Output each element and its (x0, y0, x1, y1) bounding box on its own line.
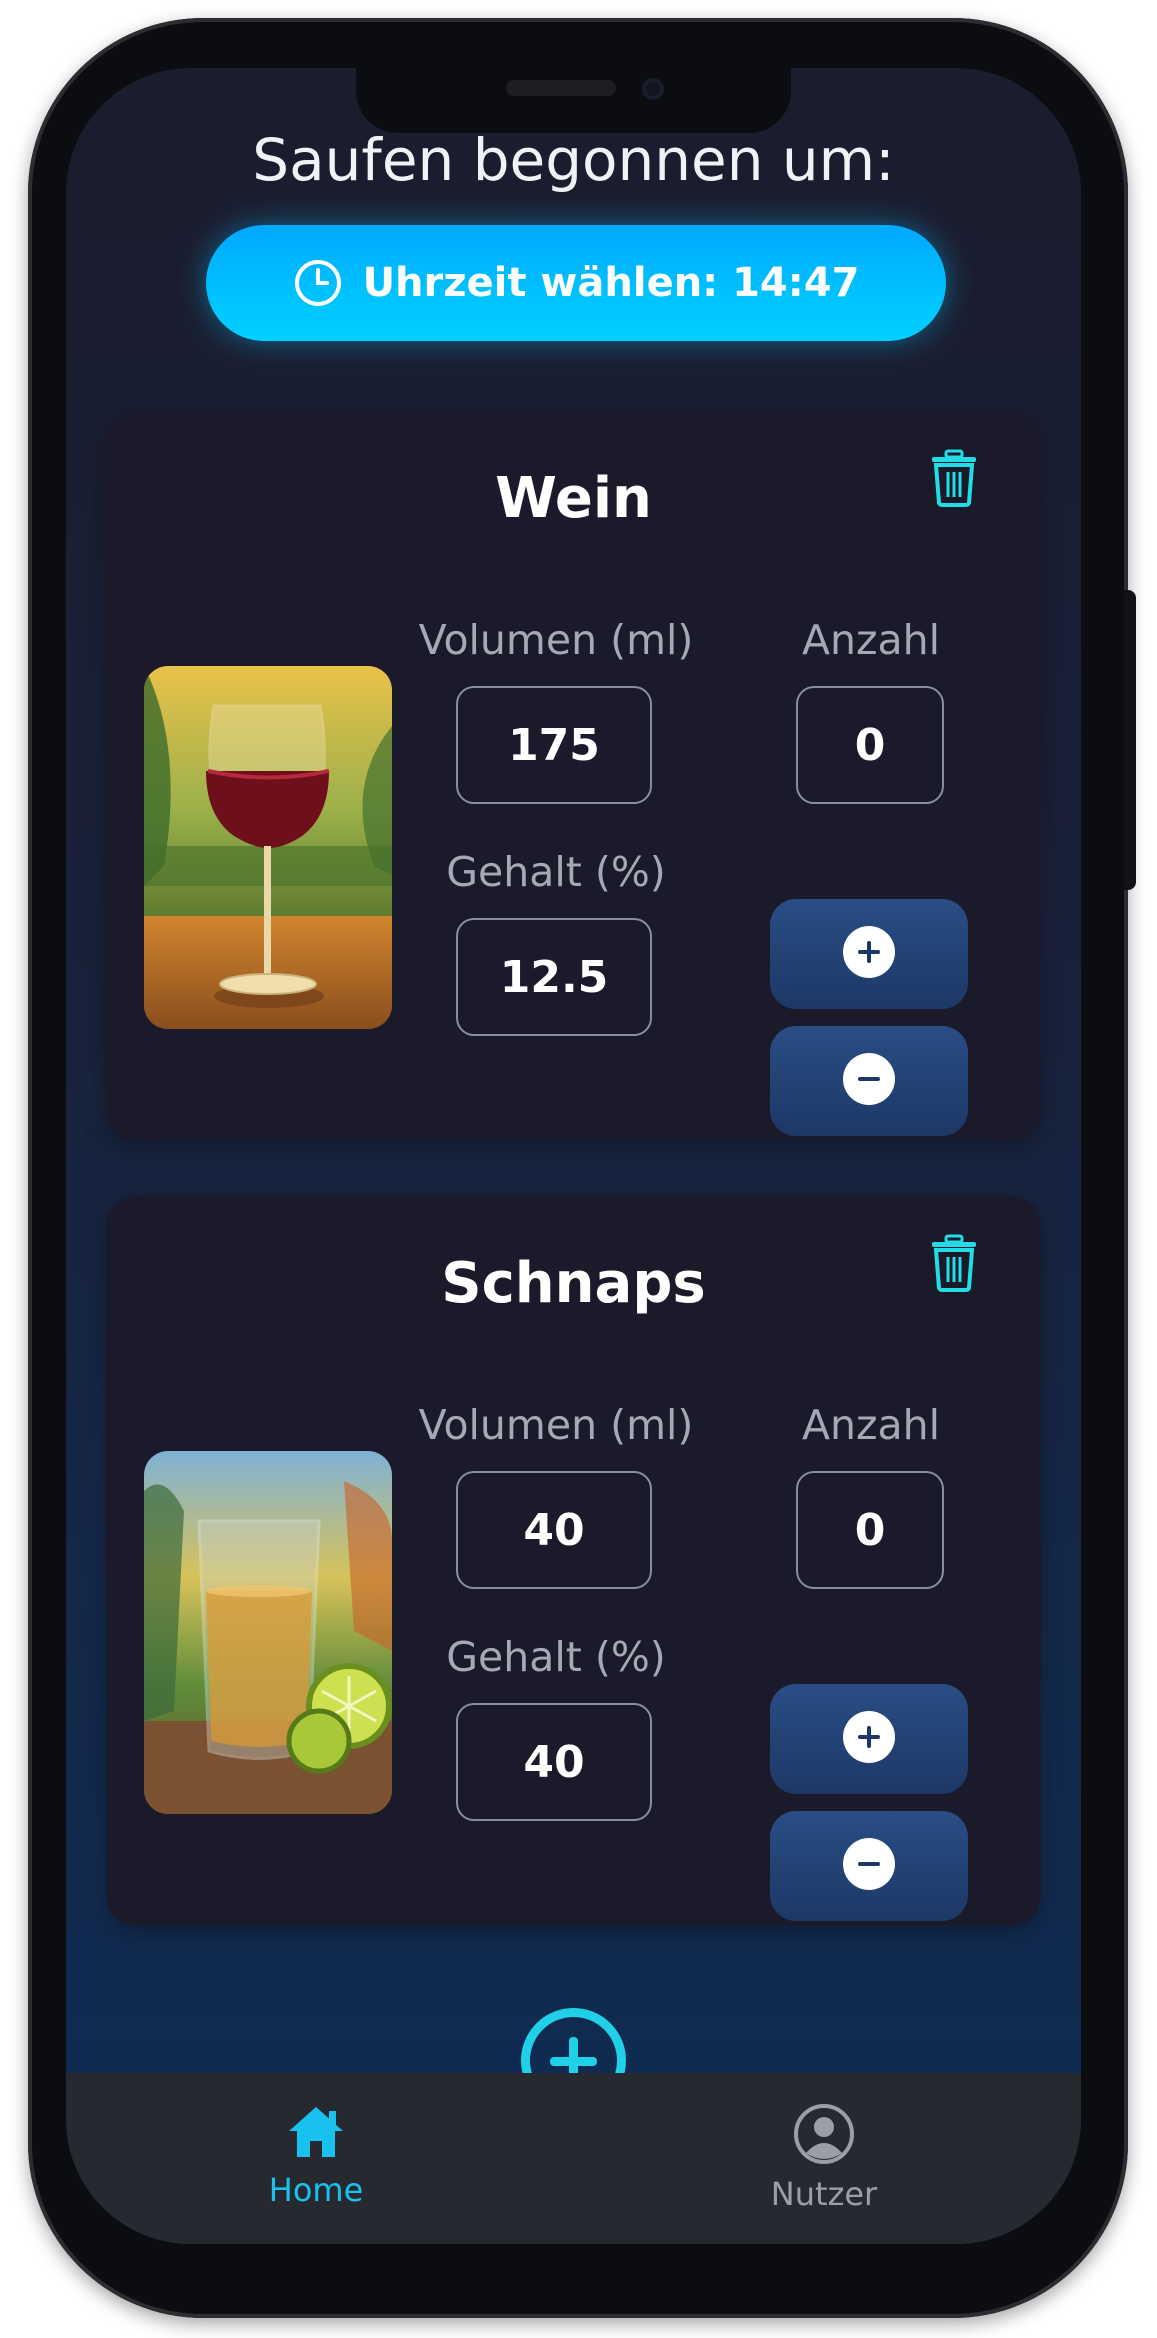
tab-home-label: Home (268, 2171, 364, 2209)
wine-glass-image (144, 666, 392, 1029)
notch (356, 68, 791, 133)
decrement-button[interactable] (770, 1026, 968, 1136)
trash-icon[interactable] (930, 449, 978, 511)
count-label: Anzahl (801, 616, 941, 664)
volume-label: Volumen (ml) (418, 1401, 694, 1449)
bottom-tab-bar: Home Nutzer (66, 2073, 1081, 2244)
drink-name: Schnaps (441, 1251, 706, 1316)
speaker (506, 80, 616, 96)
page-title: Saufen begonnen um: (252, 126, 895, 194)
plus-icon (842, 925, 896, 983)
count-display: 0 (796, 686, 944, 804)
choose-time-label: Uhrzeit wählen: 14:47 (362, 260, 860, 306)
choose-time-button[interactable]: Uhrzeit wählen: 14:47 (206, 225, 946, 341)
volume-input[interactable]: 40 (456, 1471, 652, 1589)
increment-button[interactable] (770, 899, 968, 1009)
alcohol-content-label: Gehalt (%) (446, 848, 666, 896)
camera (642, 78, 664, 100)
drink-name: Wein (495, 466, 652, 531)
alcohol-content-label: Gehalt (%) (446, 1633, 666, 1681)
plus-icon (842, 1710, 896, 1768)
count-label: Anzahl (801, 1401, 941, 1449)
count-display: 0 (796, 1471, 944, 1589)
increment-button[interactable] (770, 1684, 968, 1794)
minus-icon (842, 1837, 896, 1895)
volume-input[interactable]: 175 (456, 686, 652, 804)
volume-label: Volumen (ml) (418, 616, 694, 664)
decrement-button[interactable] (770, 1811, 968, 1921)
shot-glass-image (144, 1451, 392, 1814)
tab-user-label: Nutzer (770, 2175, 878, 2213)
trash-icon[interactable] (930, 1234, 978, 1296)
clock-icon (293, 258, 343, 308)
alcohol-content-input[interactable]: 12.5 (456, 918, 652, 1036)
app-screen: Saufen begonnen um: Uhrzeit wählen: 14:4… (66, 68, 1081, 2244)
minus-icon (842, 1052, 896, 1110)
drink-card-wein: Wein Volumen (ml) Anzahl 175 0 Gehalt (%… (106, 411, 1041, 1141)
home-icon (285, 2107, 347, 2165)
tab-home[interactable]: Home (216, 2103, 416, 2209)
phone-side-button (1124, 590, 1136, 890)
alcohol-content-input[interactable]: 40 (456, 1703, 652, 1821)
drink-card-schnaps: Schnaps Volumen (ml) Anzahl 40 0 Gehalt … (106, 1196, 1041, 1926)
user-icon (793, 2104, 855, 2169)
tab-user[interactable]: Nutzer (724, 2103, 924, 2213)
